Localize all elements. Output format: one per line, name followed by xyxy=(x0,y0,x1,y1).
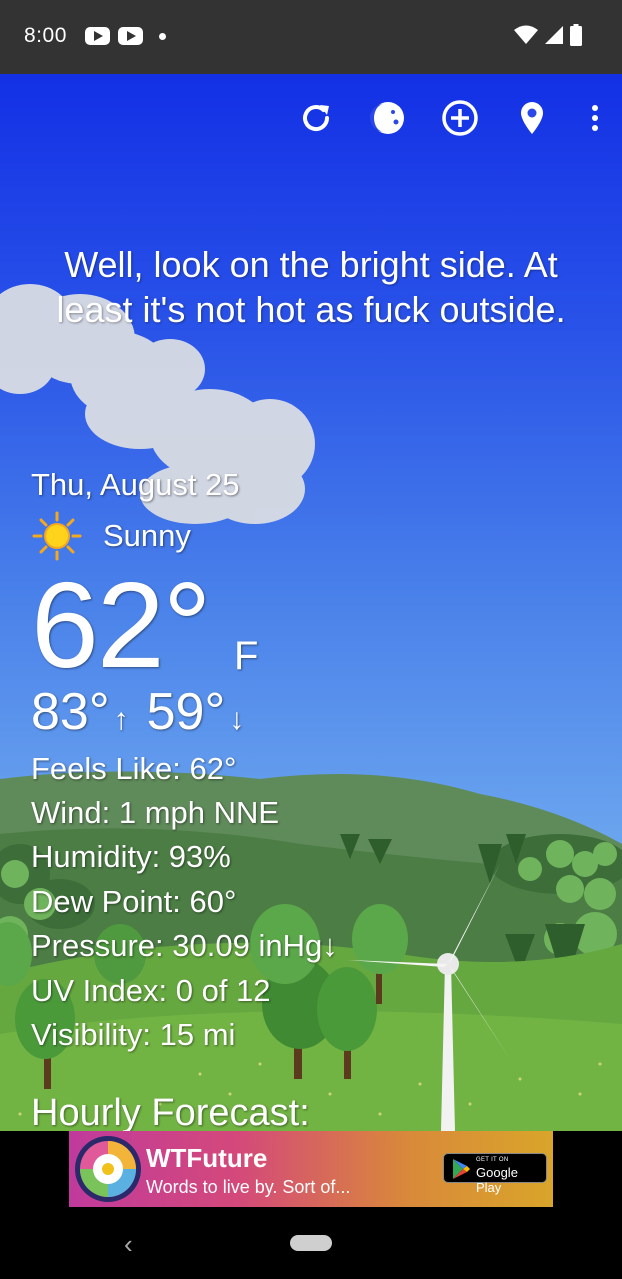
refresh-icon xyxy=(303,105,330,132)
moon-phase-button[interactable] xyxy=(352,96,424,140)
current-temperature: 62° xyxy=(31,557,211,693)
moon-phase-icon xyxy=(370,102,404,134)
sun-icon xyxy=(32,511,82,561)
temperature-unit[interactable]: F xyxy=(234,634,258,679)
toolbar xyxy=(280,96,622,140)
pressure: Pressure: 30.09 inHg↓ xyxy=(31,928,338,963)
store-small-label: GET IT ON xyxy=(476,1157,509,1163)
notification-dot-icon xyxy=(159,33,166,40)
add-location-button[interactable] xyxy=(424,96,496,140)
condition-text: Sunny xyxy=(103,518,191,553)
battery-icon xyxy=(570,24,582,46)
store-name: Google Play xyxy=(476,1165,518,1195)
weather-scene: Well, look on the bright side. At least … xyxy=(0,74,622,1131)
wifi-icon xyxy=(514,25,538,44)
high-temperature: 83° xyxy=(31,683,110,741)
location-pin-icon xyxy=(521,102,543,134)
humidity: Humidity: 93% xyxy=(31,839,231,874)
uv-index: UV Index: 0 of 12 xyxy=(31,973,271,1008)
visibility: Visibility: 15 mi xyxy=(31,1017,236,1052)
ad-bar: WTFuture Words to live by. Sort of... GE… xyxy=(0,1131,622,1207)
ad-title: WTFuture xyxy=(146,1143,268,1173)
ad-subtitle: Words to live by. Sort of... xyxy=(146,1177,351,1197)
hourly-forecast-heading: Hourly Forecast: xyxy=(31,1092,310,1131)
overflow-menu-icon xyxy=(592,105,598,131)
low-temperature: 59° xyxy=(146,683,226,741)
youtube-icon xyxy=(118,27,143,45)
feels-like: Feels Like: 62° xyxy=(31,751,237,786)
add-icon xyxy=(442,100,478,136)
down-arrow-icon: ↓ xyxy=(229,703,245,736)
status-time: 8:00 xyxy=(24,24,67,47)
high-low: 83° ↑ 59° ↓ xyxy=(31,684,262,748)
zodiac-wheel-icon xyxy=(75,1136,141,1202)
status-bar: 8:00 xyxy=(0,0,622,74)
up-arrow-icon: ↑ xyxy=(113,703,129,736)
condition-row: Sunny xyxy=(31,510,191,562)
navigation-bar: ‹ xyxy=(0,1207,622,1279)
google-play-button[interactable]: GET IT ON Google Play xyxy=(443,1153,547,1195)
wind: Wind: 1 mph NNE xyxy=(31,795,280,830)
back-icon[interactable]: ‹ xyxy=(124,1229,133,1260)
home-pill[interactable] xyxy=(290,1235,332,1251)
signal-icon xyxy=(545,26,563,44)
snarky-quote: Well, look on the bright side. At least … xyxy=(56,244,566,330)
forecast-date: Thu, August 25 xyxy=(31,467,240,502)
refresh-button[interactable] xyxy=(280,96,352,140)
dew-point: Dew Point: 60° xyxy=(31,884,237,919)
youtube-icon xyxy=(85,27,110,45)
overflow-menu-button[interactable] xyxy=(568,96,622,140)
location-button[interactable] xyxy=(496,96,568,140)
google-play-icon xyxy=(453,1159,470,1179)
ad-banner[interactable]: WTFuture Words to live by. Sort of... GE… xyxy=(69,1131,553,1207)
